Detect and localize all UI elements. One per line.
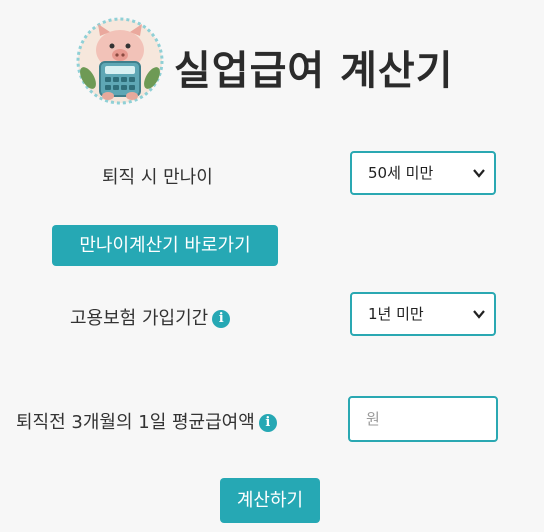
age-select[interactable]: 50세 미만 [350,151,496,195]
insurance-period-select-value: 1년 미만 [368,305,424,323]
chevron-down-icon [472,153,486,209]
avg-wage-placeholder: 원 [366,410,380,428]
chevron-down-icon [472,294,486,350]
age-select-value: 50세 미만 [368,164,434,182]
calculate-button[interactable]: 계산하기 [220,478,320,523]
piggy-calculator-logo [76,17,164,105]
page-header: 실업급여 계산기 [74,16,474,106]
age-label: 퇴직 시 만나이 [102,167,213,188]
avg-wage-label-text: 퇴직전 3개월의 1일 평균급여액 [16,412,255,433]
info-icon[interactable]: i [258,414,277,432]
age-calculator-link-button[interactable]: 만나이계산기 바로가기 [52,225,278,266]
avg-wage-label: 퇴직전 3개월의 1일 평균급여액 i [16,408,277,434]
insurance-period-label: 고용보험 가입기간 i [70,304,231,330]
info-icon[interactable]: i [212,310,231,328]
page-title: 실업급여 계산기 [174,48,454,94]
insurance-period-label-text: 고용보험 가입기간 [70,308,209,329]
avg-wage-input[interactable]: 원 [348,396,498,442]
insurance-period-select[interactable]: 1년 미만 [350,292,496,336]
